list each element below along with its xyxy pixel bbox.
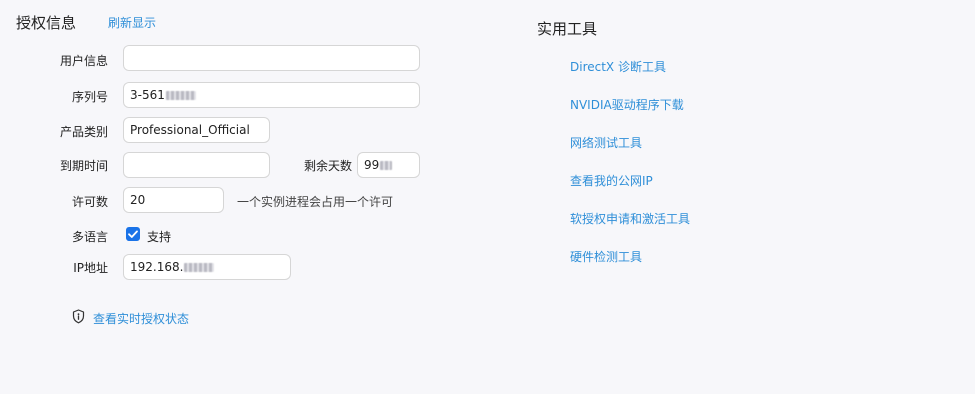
tools-section-title: 实用工具 — [537, 20, 598, 38]
remaining-days-field[interactable]: 99 — [357, 152, 420, 178]
remaining-days-redacted — [380, 161, 393, 170]
tool-public-ip[interactable]: 查看我的公网IP — [570, 172, 653, 189]
tool-hardware-check[interactable]: 硬件检测工具 — [570, 248, 642, 265]
serial-label: 序列号 — [71, 90, 108, 104]
serial-redacted — [165, 91, 196, 100]
ip-field[interactable]: 192.168. — [123, 254, 291, 280]
ip-label: IP地址 — [73, 261, 108, 275]
license-count-field[interactable]: 20 — [123, 187, 224, 213]
remaining-days-value: 99 — [364, 158, 380, 172]
refresh-link[interactable]: 刷新显示 — [108, 14, 156, 31]
license-section-title: 授权信息 — [16, 14, 77, 32]
shield-info-icon — [72, 309, 85, 324]
multilang-option-label: 支持 — [147, 230, 172, 244]
serial-value: 3-561 — [130, 88, 165, 102]
product-type-field[interactable]: Professional_Official — [123, 117, 270, 143]
tool-directx-diagnostic[interactable]: DirectX 诊断工具 — [570, 58, 666, 75]
realtime-license-status-link[interactable]: 查看实时授权状态 — [93, 310, 189, 327]
ip-redacted — [184, 263, 215, 272]
user-info-label: 用户信息 — [59, 54, 108, 68]
serial-field[interactable]: 3-561 — [123, 82, 420, 108]
remaining-days-label: 剩余天数 — [303, 159, 352, 173]
tool-soft-license-activation[interactable]: 软授权申请和激活工具 — [570, 210, 690, 227]
tool-nvidia-driver-download[interactable]: NVIDIA驱动程序下载 — [570, 96, 684, 113]
expiry-label: 到期时间 — [59, 159, 108, 173]
tool-network-test[interactable]: 网络测试工具 — [570, 134, 642, 151]
expiry-field[interactable] — [123, 152, 270, 178]
license-count-label: 许可数 — [71, 195, 108, 209]
multilang-label: 多语言 — [71, 230, 108, 244]
checkmark-icon — [128, 230, 138, 238]
license-count-hint: 一个实例进程会占用一个许可 — [237, 195, 394, 209]
user-info-field[interactable] — [123, 45, 420, 71]
product-type-label: 产品类别 — [59, 125, 108, 139]
ip-value: 192.168. — [130, 260, 184, 274]
multilang-checkbox[interactable] — [126, 227, 140, 241]
